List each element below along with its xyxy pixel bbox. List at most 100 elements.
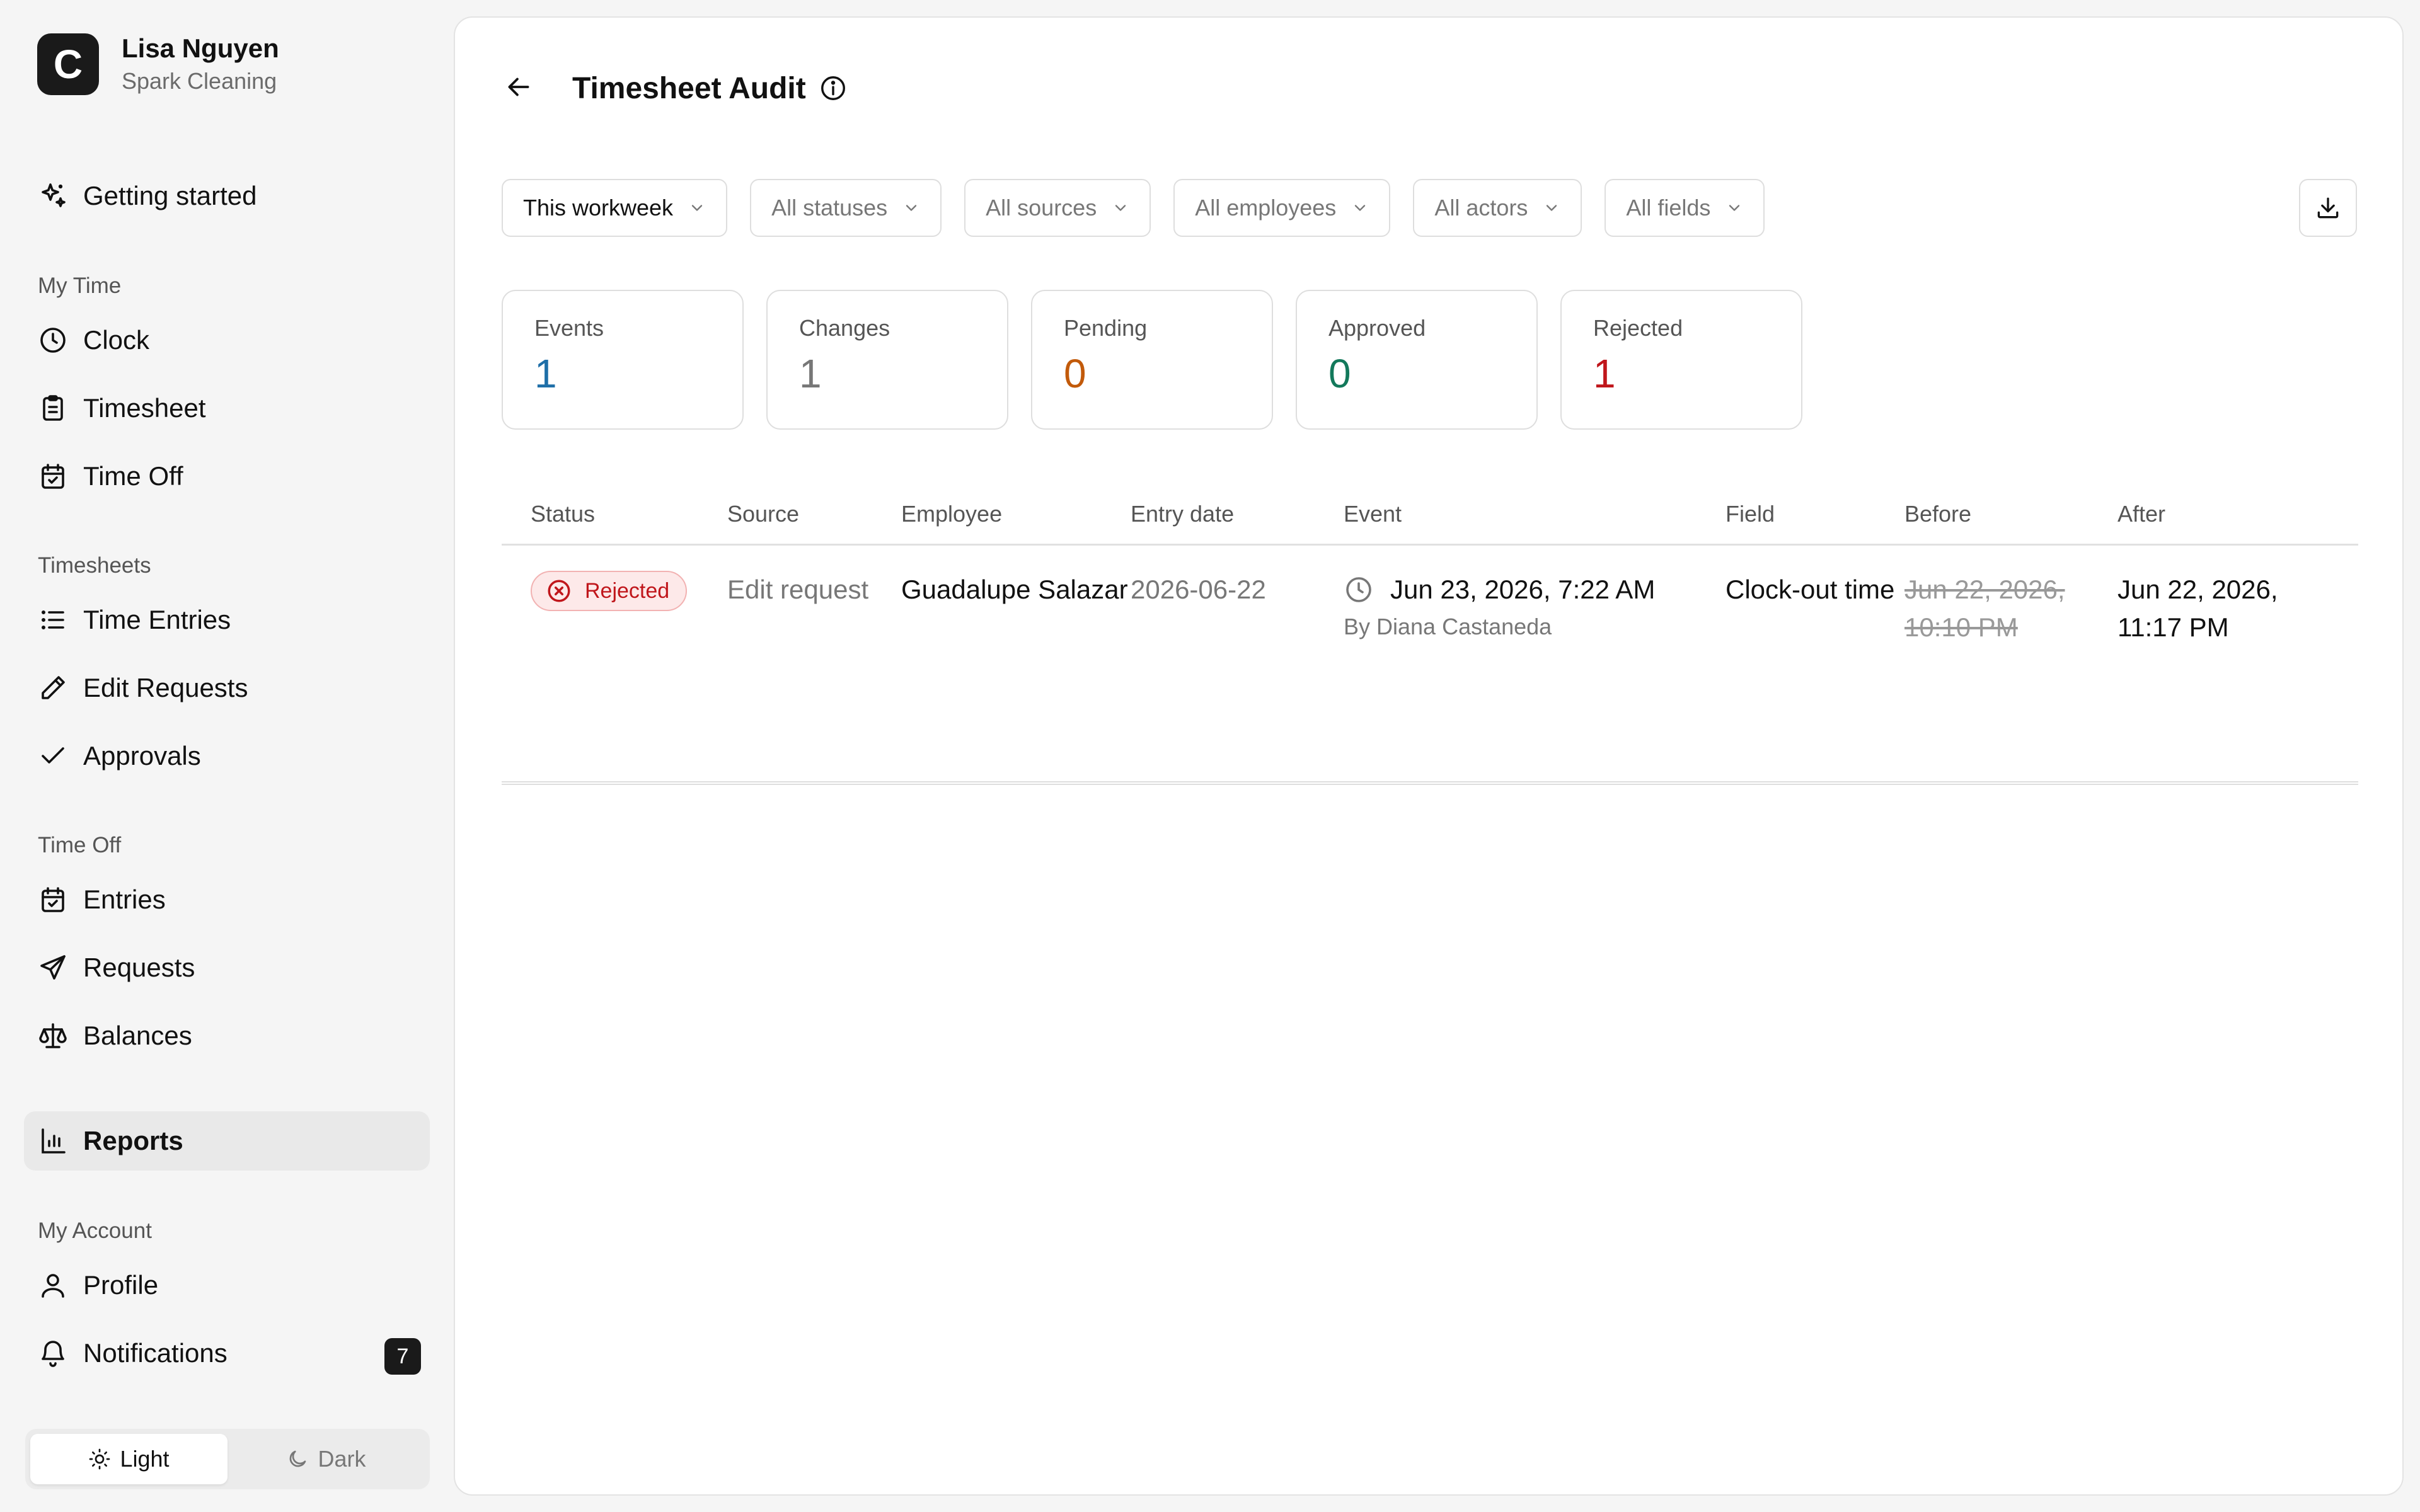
- pencil-icon: [42, 676, 65, 699]
- column-header-after[interactable]: After: [2118, 501, 2332, 527]
- stat-card-events: Events 1: [502, 290, 744, 430]
- sidebar-item-label: Entries: [83, 885, 166, 914]
- download-icon: [2317, 197, 2339, 219]
- stat-value: 0: [1064, 351, 1086, 396]
- sidebar-item-label: Edit Requests: [83, 673, 248, 702]
- sidebar-item-label: Clock: [83, 325, 150, 355]
- stat-label: Rejected: [1593, 315, 1683, 341]
- bell-icon: [42, 1341, 64, 1367]
- stat-value: 0: [1328, 351, 1351, 396]
- column-header-event[interactable]: Event: [1344, 501, 1726, 527]
- employee-cell: Guadalupe Salazar: [901, 575, 1128, 604]
- user-icon: [42, 1274, 64, 1298]
- chevron-down-icon: [1115, 205, 1126, 211]
- chevron-down-icon: [1729, 205, 1740, 211]
- actor-filter-select[interactable]: All actors: [1413, 179, 1582, 237]
- stat-card-rejected: Rejected 1: [1560, 290, 1802, 430]
- section-label-timesheets: Timesheets: [38, 553, 151, 578]
- column-header-before[interactable]: Before: [1904, 501, 2118, 527]
- section-label-my-time: My Time: [38, 273, 122, 298]
- company-name: Spark Cleaning: [122, 68, 277, 94]
- back-button[interactable]: [503, 71, 534, 106]
- actor-filter-value: All actors: [1434, 195, 1528, 220]
- filter-bar: This workweek All statuses All sources A…: [502, 179, 1787, 237]
- download-button[interactable]: [2299, 179, 2357, 237]
- clipboard-list-icon: [43, 395, 63, 421]
- calendar-check-icon: [42, 464, 64, 489]
- sidebar-item-label: Profile: [83, 1270, 159, 1300]
- sidebar-item-reports[interactable]: Reports: [24, 1111, 430, 1171]
- column-header-entry-date[interactable]: Entry date: [1131, 501, 1344, 527]
- page-header: Timesheet Audit: [503, 68, 848, 108]
- x-circle-icon: [548, 580, 570, 602]
- chevron-down-icon: [1355, 205, 1366, 211]
- column-header-status[interactable]: Status: [502, 501, 727, 527]
- clock-icon: [1346, 577, 1371, 602]
- send-icon: [40, 955, 66, 980]
- sidebar-item-entries[interactable]: Entries: [24, 870, 430, 929]
- info-icon[interactable]: [819, 74, 848, 103]
- sidebar-item-label: Time Off: [83, 461, 183, 491]
- sidebar-item-profile[interactable]: Profile: [24, 1256, 430, 1315]
- sidebar-item-edit-requests[interactable]: Edit Requests: [24, 658, 430, 718]
- source-filter-select[interactable]: All sources: [964, 179, 1151, 237]
- before-value-cell: Jun 22, 2026, 10:10 PM: [1904, 575, 2065, 642]
- theme-toggle: Light Dark: [25, 1429, 430, 1489]
- theme-light-label: Light: [120, 1446, 170, 1472]
- sidebar-item-requests[interactable]: Requests: [24, 938, 430, 997]
- event-cell: Jun 23, 2026, 7:22 AM By Diana Castaneda: [1344, 571, 1726, 781]
- sparkles-icon: [42, 183, 66, 207]
- event-actor: By Diana Castaneda: [1344, 614, 1552, 639]
- after-value-cell: Jun 22, 2026, 11:17 PM: [2118, 575, 2278, 642]
- entry-date-cell: 2026-06-22: [1131, 575, 1266, 604]
- status-badge: Rejected: [531, 571, 688, 611]
- main-panel: Timesheet Audit This workweek All status…: [454, 16, 2404, 1496]
- table-header-row: Status Source Employee Entry date Event …: [502, 484, 2358, 546]
- section-label-time-off: Time Off: [38, 833, 122, 857]
- employee-filter-select[interactable]: All employees: [1173, 179, 1391, 237]
- sidebar-item-time-entries[interactable]: Time Entries: [24, 590, 430, 650]
- calendar-check-icon: [42, 887, 64, 912]
- sidebar-item-label: Timesheet: [83, 393, 206, 423]
- page-title: Timesheet Audit: [572, 71, 806, 105]
- theme-light-button[interactable]: Light: [30, 1434, 228, 1484]
- column-header-source[interactable]: Source: [727, 501, 901, 527]
- stat-label: Approved: [1328, 315, 1426, 341]
- sidebar-item-clock[interactable]: Clock: [24, 311, 430, 370]
- source-filter-value: All sources: [986, 195, 1097, 220]
- employee-filter-value: All employees: [1195, 195, 1337, 220]
- period-filter-value: This workweek: [523, 195, 674, 220]
- check-icon: [42, 747, 64, 764]
- sidebar-item-time-off[interactable]: Time Off: [24, 447, 430, 506]
- stat-label: Changes: [799, 315, 890, 341]
- field-filter-select[interactable]: All fields: [1605, 179, 1765, 237]
- sidebar-item-getting-started[interactable]: Getting started: [24, 166, 430, 226]
- sidebar-item-label: Balances: [83, 1021, 192, 1050]
- table-row[interactable]: Rejected Edit request Guadalupe Salazar …: [502, 546, 2358, 785]
- user-name: Lisa Nguyen: [122, 33, 279, 63]
- stat-card-changes: Changes 1: [766, 290, 1008, 430]
- sidebar-item-label: Getting started: [83, 181, 257, 210]
- status-cell: Rejected: [502, 571, 727, 781]
- sidebar-item-label: Approvals: [83, 741, 201, 770]
- sidebar-item-timesheet[interactable]: Timesheet: [24, 379, 430, 438]
- column-header-employee[interactable]: Employee: [901, 501, 1131, 527]
- status-filter-select[interactable]: All statuses: [750, 179, 942, 237]
- sidebar: C Lisa Nguyen Spark Cleaning Getting sta…: [0, 0, 452, 1512]
- scale-icon: [39, 1023, 67, 1048]
- clock-icon: [40, 328, 66, 353]
- sidebar-item-balances[interactable]: Balances: [24, 1006, 430, 1065]
- list-icon: [42, 610, 64, 629]
- arrow-left-icon: [508, 77, 529, 96]
- sidebar-item-approvals[interactable]: Approvals: [24, 726, 430, 786]
- chevron-down-icon: [691, 205, 703, 211]
- theme-dark-label: Dark: [318, 1446, 366, 1472]
- sidebar-item-label: Reports: [83, 1126, 183, 1155]
- column-header-field[interactable]: Field: [1726, 501, 1904, 527]
- sidebar-item-notifications[interactable]: Notifications 7: [24, 1324, 430, 1383]
- theme-dark-button[interactable]: Dark: [228, 1434, 425, 1484]
- account-header[interactable]: C Lisa Nguyen Spark Cleaning: [37, 33, 279, 96]
- status-filter-value: All statuses: [771, 195, 888, 220]
- event-time: Jun 23, 2026, 7:22 AM: [1390, 575, 1656, 604]
- period-filter-select[interactable]: This workweek: [502, 179, 728, 237]
